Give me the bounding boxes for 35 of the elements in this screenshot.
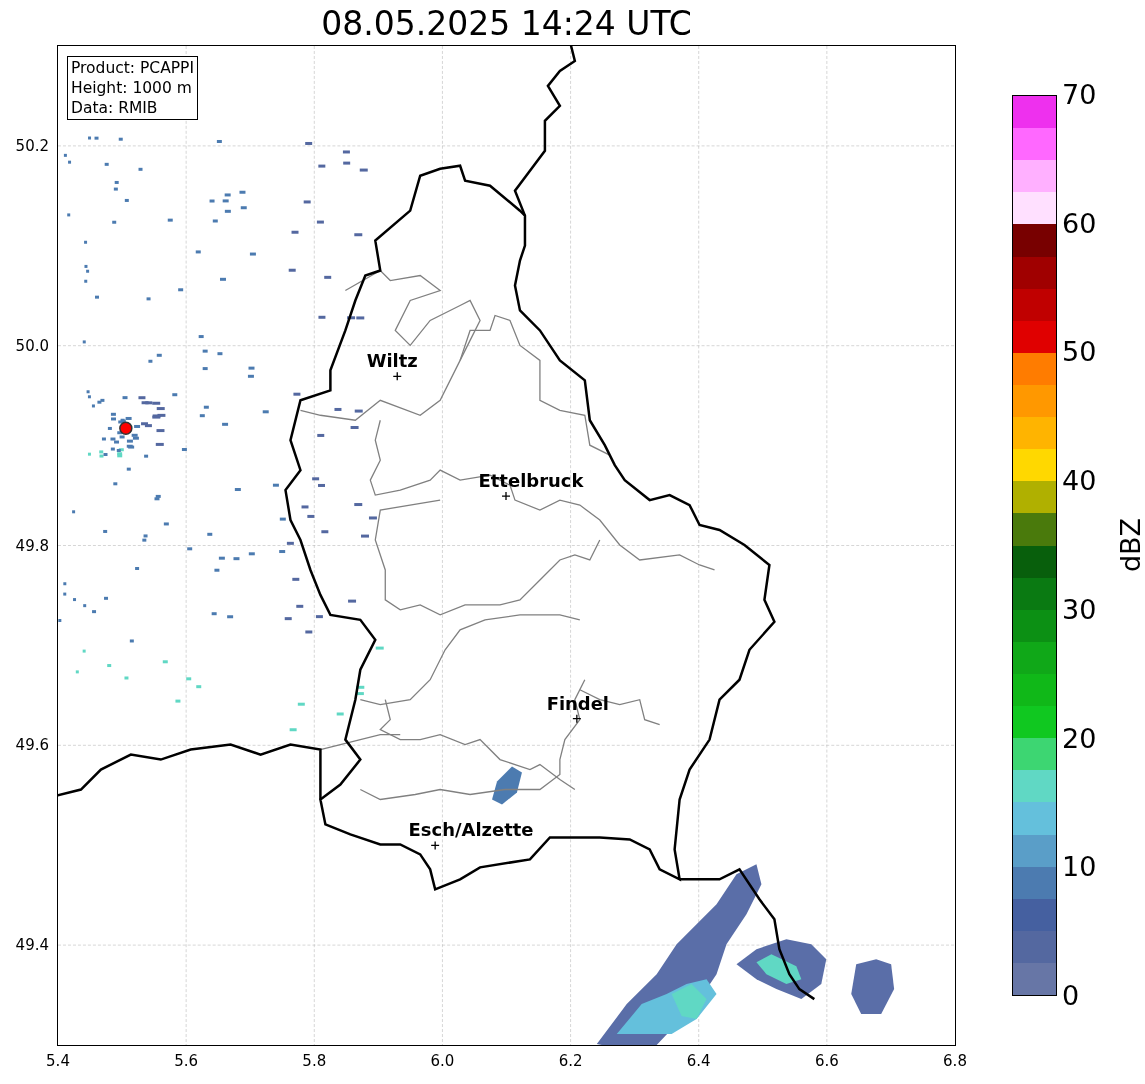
- city-label: Ettelbruck: [478, 470, 584, 492]
- x-tick-label: 6.6: [814, 1051, 839, 1071]
- city-label: Findel: [546, 692, 610, 714]
- radar-station-icon: [119, 421, 133, 435]
- x-tick-label: 6.2: [558, 1051, 583, 1071]
- city-label: Esch/Alzette: [408, 819, 534, 841]
- colorbar-tick-label: 40: [1062, 466, 1097, 497]
- city-label: Wiltz: [366, 350, 418, 372]
- city-marker-icon: [430, 840, 440, 851]
- info-text: Product: PCAPPI: [71, 58, 195, 78]
- colorbar-tick-label: 60: [1062, 208, 1097, 239]
- x-tick-label: 6.4: [686, 1051, 711, 1071]
- colorbar-label: dBZ: [1116, 517, 1145, 573]
- figure-title: 08.05.2025 14:24 UTC: [321, 3, 692, 45]
- colorbar-tick-label: 10: [1062, 852, 1097, 883]
- x-tick-label: 5.6: [174, 1051, 199, 1071]
- y-tick-label: 50.2: [15, 135, 49, 156]
- y-tick-label: 49.6: [15, 735, 49, 756]
- y-tick-label: 49.4: [15, 935, 49, 956]
- colorbar-tick-label: 70: [1062, 80, 1097, 110]
- x-tick-label: 6.0: [430, 1051, 455, 1071]
- x-tick-label: 6.8: [943, 1051, 967, 1071]
- info-text: Data: RMIB: [71, 98, 159, 118]
- city-marker-icon: [572, 714, 582, 724]
- x-tick-label: 5.4: [46, 1051, 70, 1071]
- colorbar-tick-label: 50: [1062, 337, 1097, 368]
- city-marker-icon: [501, 491, 511, 501]
- city-marker-icon: [392, 371, 402, 381]
- y-tick-label: 49.8: [15, 535, 49, 556]
- colorbar-tick-label: 0: [1062, 981, 1080, 1011]
- y-tick-label: 50.0: [15, 335, 49, 356]
- info-text: Height: 1000 m: [71, 78, 193, 98]
- colorbar-tick-label: 30: [1062, 594, 1097, 625]
- x-tick-label: 5.8: [302, 1051, 327, 1071]
- colorbar-tick-label: 20: [1062, 723, 1097, 754]
